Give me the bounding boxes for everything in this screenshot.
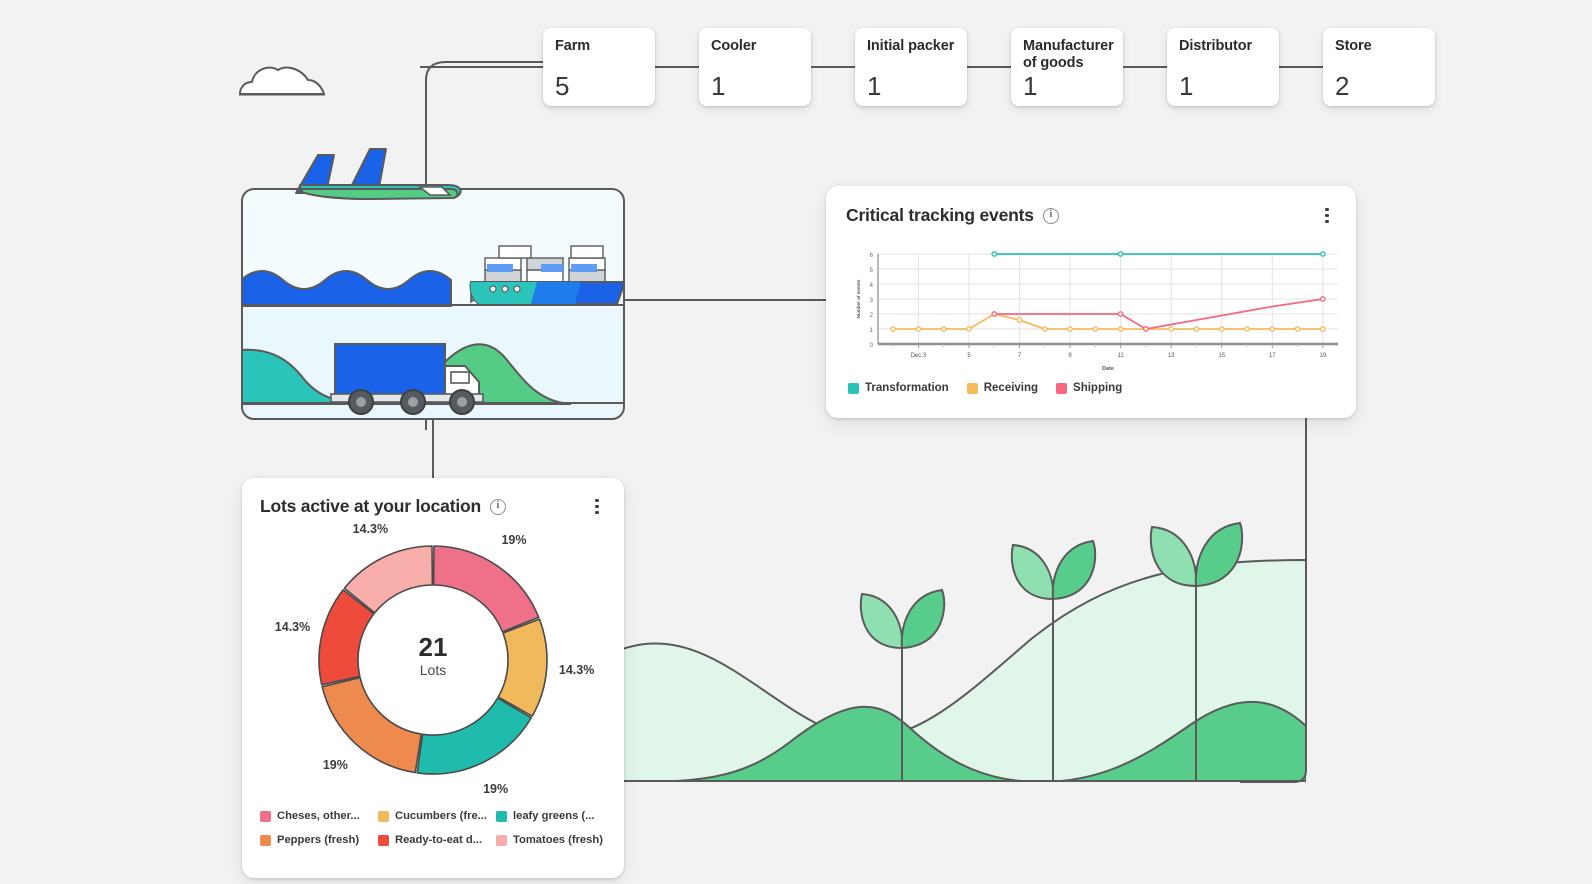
stage-label: Farm [555, 38, 643, 55]
legend-item[interactable]: Ready-to-eat d... [378, 834, 496, 846]
legend-label: Cheses, other... [277, 810, 360, 822]
stage-card-manufacturer-of-goods[interactable]: Manufacturer of goods 1 [1011, 28, 1123, 106]
legend-label: Ready-to-eat d... [395, 834, 482, 846]
dashboard-canvas: Farm 5 Cooler 1 Initial packer 1 Manufac… [0, 0, 1592, 884]
donut-percent-label: 19% [483, 782, 508, 796]
svg-text:Date: Date [1102, 366, 1114, 372]
stage-card-store[interactable]: Store 2 [1323, 28, 1435, 106]
legend-swatch [260, 811, 271, 822]
stage-card-distributor[interactable]: Distributor 1 [1167, 28, 1279, 106]
stage-card-cooler[interactable]: Cooler 1 [699, 28, 811, 106]
stage-value: 2 [1335, 73, 1423, 99]
svg-text:11: 11 [1118, 353, 1125, 359]
svg-text:5: 5 [870, 268, 874, 274]
svg-text:19: 19 [1319, 353, 1326, 359]
chart-legend: Transformation Receiving Shipping [848, 382, 1122, 394]
legend-label: Peppers (fresh) [277, 834, 359, 846]
connector-events-to-ground [1240, 418, 1306, 782]
legend-item[interactable]: Tomatoes (fresh) [496, 834, 614, 846]
legend-item-receiving[interactable]: Receiving [967, 382, 1038, 394]
kebab-menu-icon[interactable] [588, 497, 606, 517]
stage-value: 1 [1023, 73, 1111, 99]
donut-percent-label: 14.3% [353, 522, 388, 536]
kebab-menu-icon[interactable] [1318, 206, 1336, 226]
stage-label: Store [1335, 38, 1423, 55]
donut-slice-2[interactable] [417, 698, 531, 774]
stage-label: Distributor [1179, 38, 1267, 55]
donut-total-value: 21 [242, 634, 624, 661]
svg-text:0: 0 [870, 343, 874, 349]
info-icon[interactable]: i [1043, 208, 1059, 224]
legend-label: Transformation [865, 382, 949, 394]
legend-swatch [378, 811, 389, 822]
legend-item[interactable]: Cheses, other... [260, 810, 378, 822]
legend-swatch [848, 383, 859, 394]
donut-slice-0[interactable] [434, 546, 539, 632]
stage-label: Cooler [711, 38, 799, 55]
stage-value: 5 [555, 73, 643, 99]
page-title: Critical tracking events [846, 205, 1034, 226]
legend-swatch [496, 811, 507, 822]
legend-label: Shipping [1073, 382, 1122, 394]
svg-text:9: 9 [1068, 353, 1072, 359]
page-title: Lots active at your location [260, 496, 481, 517]
critical-tracking-events-plot: 0 1 2 3 4 5 6 Dec 3 5 7 9 11 13 15 17 19 Date Number of e… [852, 248, 1342, 374]
stage-card-initial-packer[interactable]: Initial packer 1 [855, 28, 967, 106]
svg-text:4: 4 [870, 283, 874, 289]
legend-item-transformation[interactable]: Transformation [848, 382, 949, 394]
card-header: Critical tracking events i [826, 186, 1356, 226]
legend-swatch [378, 835, 389, 846]
lots-active-card: Lots active at your location i 21 Lots 1… [242, 478, 624, 878]
donut-chart: 21 Lots 19%14.3%19%19%14.3%14.3% [242, 526, 624, 796]
svg-text:15: 15 [1218, 353, 1225, 359]
legend-swatch [967, 383, 978, 394]
svg-text:Number of events: Number of events [856, 279, 861, 318]
legend-item-shipping[interactable]: Shipping [1056, 382, 1122, 394]
legend-item[interactable]: leafy greens (... [496, 810, 614, 822]
donut-percent-label: 19% [323, 758, 348, 772]
stage-label: Initial packer [867, 38, 955, 55]
legend-swatch [260, 835, 271, 846]
stage-card-farm[interactable]: Farm 5 [543, 28, 655, 106]
supply-chain-stages: Farm 5 Cooler 1 Initial packer 1 Manufac… [543, 28, 1435, 106]
legend-label: Tomatoes (fresh) [513, 834, 603, 846]
sea-waves [241, 271, 451, 306]
legend-item[interactable]: Peppers (fresh) [260, 834, 378, 846]
donut-percent-label: 14.3% [275, 620, 310, 634]
cloud-icon [236, 62, 328, 102]
legend-label: Cucumbers (fre... [395, 810, 487, 822]
donut-percent-label: 14.3% [559, 663, 594, 677]
legend-item[interactable]: Cucumbers (fre... [378, 810, 496, 822]
card-header: Lots active at your location i [242, 478, 624, 517]
svg-text:13: 13 [1168, 353, 1175, 359]
info-icon[interactable]: i [490, 499, 506, 515]
legend-swatch [496, 835, 507, 846]
stage-value: 1 [1179, 73, 1267, 99]
svg-text:Dec 3: Dec 3 [911, 353, 927, 359]
logistics-illustration-panel [241, 188, 625, 420]
stage-value: 1 [711, 73, 799, 99]
donut-legend: Cheses, other... Cucumbers (fre... leafy g… [260, 810, 614, 846]
connector-lines [0, 0, 1592, 884]
legend-label: leafy greens (... [513, 810, 594, 822]
svg-text:1: 1 [870, 328, 874, 334]
svg-text:3: 3 [870, 298, 874, 304]
critical-tracking-events-card: Critical tracking events i 0 1 2 3 4 5 6 Dec 3 5… [826, 186, 1356, 418]
svg-text:5: 5 [967, 353, 971, 359]
legend-label: Receiving [984, 382, 1038, 394]
svg-text:6: 6 [870, 253, 874, 259]
svg-text:17: 17 [1269, 353, 1276, 359]
legend-swatch [1056, 383, 1067, 394]
svg-text:2: 2 [870, 313, 874, 319]
svg-text:7: 7 [1018, 353, 1022, 359]
donut-percent-label: 19% [501, 533, 526, 547]
airplane-icon [290, 145, 470, 207]
stage-value: 1 [867, 73, 955, 99]
stage-label: Manufacturer of goods [1023, 38, 1111, 72]
